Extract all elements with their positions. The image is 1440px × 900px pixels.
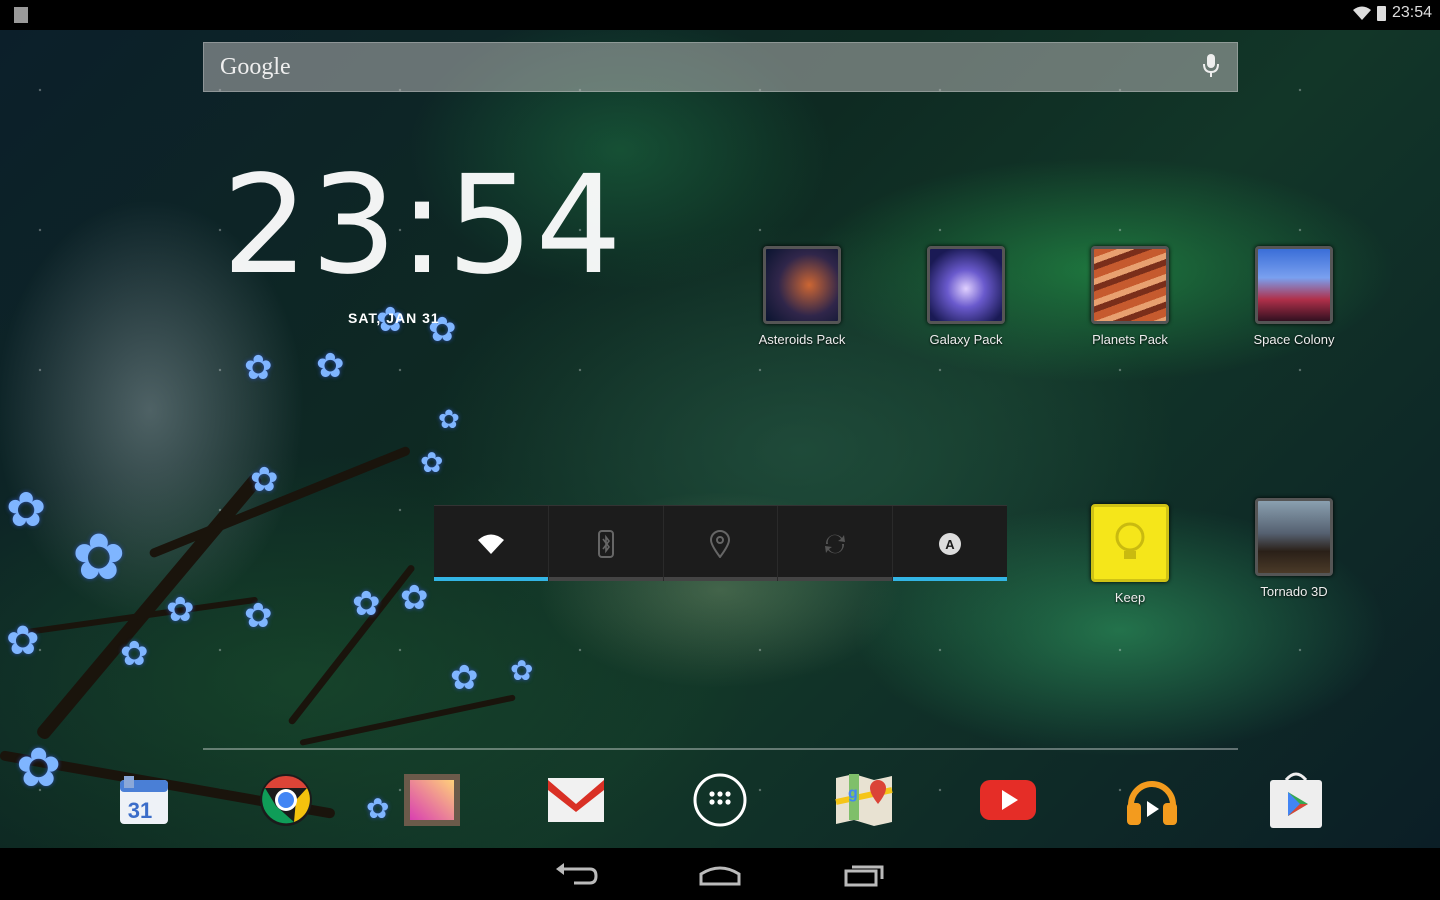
google-search-bar[interactable]: Google	[203, 42, 1238, 92]
toggle-indicator	[663, 577, 778, 581]
app-label: Keep	[1114, 590, 1146, 605]
blossom: ✿	[438, 404, 460, 434]
recents-button[interactable]	[842, 860, 886, 888]
app-label: Tornado 3D	[1260, 584, 1328, 599]
battery-icon	[1376, 5, 1386, 21]
app-label: Space Colony	[1253, 332, 1335, 347]
blossom: ✿	[250, 461, 279, 499]
maps-icon: g	[835, 774, 893, 826]
home-icon	[699, 866, 741, 886]
dock-gmail[interactable]	[546, 770, 606, 830]
svg-text:g: g	[848, 785, 858, 802]
clock-time[interactable]: 23:54	[222, 158, 624, 294]
back-icon	[556, 863, 598, 885]
location-icon	[710, 529, 731, 558]
gallery-icon	[404, 774, 460, 826]
power-control-widget: A	[434, 505, 1007, 581]
blossom: ✿	[16, 738, 62, 798]
dock-gallery[interactable]	[402, 770, 462, 830]
status-time: 23:54	[1391, 4, 1432, 21]
bluetooth-toggle[interactable]	[548, 506, 664, 581]
home-button[interactable]	[698, 860, 742, 888]
dock-all-apps[interactable]	[690, 770, 750, 830]
wifi-signal-icon	[1352, 6, 1371, 20]
app-asteroids-pack[interactable]: Asteroids Pack	[742, 246, 862, 347]
wallpaper: ✿ ✿ ✿ ✿ ✿ ✿ ✿ ✿ ✿ ✿ ✿ ✿ ✿ ✿ ✿ ✿ ✿ ✿ ✿	[0, 30, 1440, 848]
svg-text:A: A	[945, 537, 955, 552]
toggle-indicator	[893, 577, 1007, 581]
app-label: Planets Pack	[1092, 332, 1168, 347]
location-toggle[interactable]	[663, 506, 779, 581]
recents-icon	[844, 865, 884, 887]
blossom: ✿	[120, 635, 149, 673]
planet-icon	[1091, 246, 1169, 324]
bluetooth-icon	[597, 529, 614, 558]
blossom: ✿	[6, 619, 40, 663]
app-label: Asteroids Pack	[758, 332, 846, 347]
sync-toggle[interactable]	[778, 506, 894, 581]
blossom: ✿	[450, 659, 479, 697]
toggle-indicator	[778, 577, 893, 581]
lightbulb-icon	[1091, 504, 1169, 582]
youtube-icon	[980, 780, 1036, 820]
blossom: ✿	[400, 579, 429, 617]
app-tornado-3d[interactable]: Tornado 3D	[1234, 498, 1354, 599]
tornado-icon	[1255, 498, 1333, 576]
back-button[interactable]	[554, 860, 598, 888]
app-keep[interactable]: Keep	[1070, 504, 1190, 605]
wallpaper-stars	[0, 30, 1440, 848]
status-bar[interactable]: 23:54	[0, 0, 1440, 30]
blossom: ✿	[366, 793, 390, 824]
dock-youtube[interactable]	[978, 770, 1038, 830]
app-space-colony[interactable]: Space Colony	[1234, 246, 1354, 347]
calendar-day: 31	[128, 798, 152, 823]
app-label: Galaxy Pack	[929, 332, 1003, 347]
blossom: ✿	[420, 447, 444, 478]
dock-calendar[interactable]: 31	[114, 770, 174, 830]
dock-chrome[interactable]	[256, 770, 316, 830]
calendar-icon: 31	[120, 776, 168, 824]
wifi-icon	[477, 534, 504, 554]
navigation-bar	[0, 848, 1440, 900]
chrome-icon	[260, 774, 312, 826]
status-right[interactable]: 23:54	[1352, 4, 1432, 22]
blossom: ✿	[316, 347, 345, 385]
microphone-icon[interactable]	[1201, 54, 1221, 80]
dock-play-music[interactable]	[1122, 770, 1182, 830]
blossom: ✿	[244, 349, 273, 387]
toggle-indicator	[548, 577, 663, 581]
dock-divider	[203, 748, 1238, 750]
brightness-icon: A	[939, 532, 962, 555]
notification-icon[interactable]	[14, 7, 28, 23]
toggle-indicator	[434, 577, 548, 581]
app-planets-pack[interactable]: Planets Pack	[1070, 246, 1190, 347]
play-store-icon	[1270, 772, 1322, 828]
blossom: ✿	[244, 597, 273, 635]
blossom: ✿	[166, 591, 195, 629]
galaxy-icon	[927, 246, 1005, 324]
app-drawer-icon	[693, 773, 747, 827]
app-galaxy-pack[interactable]: Galaxy Pack	[906, 246, 1026, 347]
headphones-icon	[1127, 781, 1177, 825]
blossom: ✿	[72, 521, 126, 593]
blossom: ✿	[352, 585, 381, 623]
blossom: ✿	[510, 655, 534, 686]
search-label: Google	[220, 53, 291, 80]
dock-maps[interactable]: g	[834, 770, 894, 830]
blossom: ✿	[6, 484, 47, 537]
clock-date: SAT, JAN 31	[348, 310, 440, 326]
sync-icon	[825, 534, 846, 553]
gmail-icon	[548, 778, 604, 822]
wifi-toggle[interactable]	[434, 506, 549, 581]
asteroid-icon	[763, 246, 841, 324]
city-icon	[1255, 246, 1333, 324]
brightness-toggle[interactable]: A	[893, 506, 1007, 581]
dock-play-store[interactable]	[1266, 770, 1326, 830]
